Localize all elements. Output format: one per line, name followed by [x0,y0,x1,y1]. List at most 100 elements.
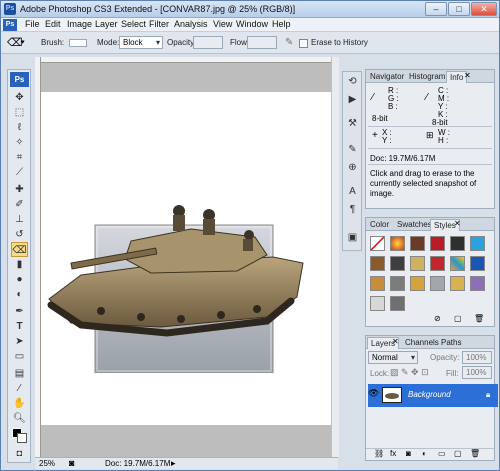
history-brush-icon[interactable]: ↺ [11,227,28,242]
style-swatch[interactable] [390,276,405,291]
menu-view[interactable]: View [213,19,232,29]
brush-picker[interactable] [69,39,87,47]
zoom-tool-icon[interactable]: 🔍︎ [11,411,28,426]
info-tab-close-icon[interactable]: ✕ [464,71,471,80]
healing-brush-icon[interactable]: ✚ [11,182,28,197]
menu-filter[interactable]: Filter [149,19,169,29]
style-swatch[interactable] [390,256,405,271]
flow-field[interactable] [247,36,277,49]
style-swatch[interactable] [430,276,445,291]
menu-window[interactable]: Window [236,19,268,29]
marquee-tool-icon[interactable]: ⬚ [11,105,28,120]
style-swatch[interactable] [470,276,485,291]
erase-history-checkbox[interactable] [299,39,308,48]
blend-mode-select[interactable]: Normal [368,351,418,364]
actions-panel-icon[interactable]: ▶ [345,92,360,107]
tab-swatches[interactable]: Swatches [394,219,435,231]
fx-icon[interactable]: fx [390,449,396,458]
hand-tool-icon[interactable]: ✋ [11,396,28,411]
magic-wand-icon[interactable]: ✧ [11,135,28,150]
status-menu-icon[interactable]: ◙ [69,458,74,468]
eyedropper-icon[interactable]: ⁄ [11,381,28,396]
style-swatch[interactable] [410,256,425,271]
tab-paths[interactable]: Paths [438,337,464,349]
style-swatch[interactable] [370,256,385,271]
crop-tool-icon[interactable]: ⌗ [11,150,28,165]
gradient-tool-icon[interactable]: ▮ [11,257,28,272]
group-icon[interactable]: ▭ [438,449,446,458]
move-tool-icon[interactable]: ✥ [11,90,28,105]
layer-comps-icon[interactable]: ▣ [345,230,360,245]
lock-icons[interactable]: ▨ ✎ ✥ ⊡ [390,367,429,378]
menu-edit[interactable]: Edit [45,19,61,29]
document-vertical-scrollbar[interactable] [331,57,339,457]
paragraph-panel-icon[interactable]: ¶ [345,202,360,217]
menu-analysis[interactable]: Analysis [174,19,208,29]
notes-tool-icon[interactable]: ▤ [11,366,28,381]
menu-image[interactable]: Image [67,19,92,29]
status-arrow-icon[interactable]: ▸ [171,458,176,469]
new-layer-icon[interactable]: ▢ [454,449,462,458]
background-color-swatch[interactable] [17,433,27,443]
style-swatch[interactable] [450,256,465,271]
mode-select[interactable]: Block [119,36,163,49]
style-swatch[interactable] [410,276,425,291]
ps-menu-logo[interactable]: Ps [3,19,17,31]
menu-help[interactable]: Help [272,19,291,29]
eye-icon[interactable]: 👁︎ [368,388,379,402]
zoom-level[interactable]: 25% [39,459,55,468]
style-swatch[interactable] [450,276,465,291]
quick-mask-icon[interactable]: ◘ [11,446,28,461]
style-none[interactable] [370,236,385,251]
eraser-tool-icon[interactable]: ⌫ [11,242,28,257]
brushes-panel-icon[interactable]: ✎ [345,142,360,157]
minimize-button[interactable]: – [425,2,447,16]
shape-tool-icon[interactable]: ▭ [11,349,28,364]
style-swatch[interactable] [390,236,405,251]
lasso-tool-icon[interactable]: ℓ [11,120,28,135]
adjustment-layer-icon[interactable]: ◐ [422,449,427,458]
style-swatch[interactable] [470,256,485,271]
style-swatch[interactable] [390,296,405,311]
layers-tab-close-icon[interactable]: ✕ [392,337,399,346]
layer-opacity-field[interactable]: 100% [462,351,492,364]
clone-stamp-icon[interactable]: ⊥ [11,212,28,227]
blur-tool-icon[interactable]: ● [11,272,28,287]
clear-style-icon[interactable]: ⊘ [434,314,441,323]
slice-tool-icon[interactable]: ⟋ [11,165,28,180]
style-swatch[interactable] [430,236,445,251]
menu-file[interactable]: File [25,19,40,29]
tab-histogram[interactable]: Histogram [406,71,448,83]
tool-preset-chevron-icon[interactable]: ▾ [21,38,25,46]
history-panel-icon[interactable]: ⟲ [345,74,360,89]
link-layers-icon[interactable]: ⛓︎ [374,449,384,458]
style-swatch[interactable] [370,276,385,291]
styles-tab-close-icon[interactable]: ✕ [454,219,461,228]
delete-layer-icon[interactable]: 🗑︎ [470,449,480,458]
tab-navigator[interactable]: Navigator [367,71,407,83]
dodge-tool-icon[interactable]: ◐ [11,287,28,302]
opacity-field[interactable] [193,36,223,49]
close-button[interactable]: ✕ [471,2,497,16]
menu-layer[interactable]: Layer [95,19,118,29]
maximize-button[interactable]: □ [448,2,470,16]
style-swatch[interactable] [370,296,385,311]
new-style-icon[interactable]: ▢ [454,314,462,323]
style-swatch[interactable] [430,256,445,271]
character-panel-icon[interactable]: A [345,184,360,199]
style-swatch[interactable] [470,236,485,251]
clone-source-icon[interactable]: ⊕ [345,160,360,175]
layer-fill-field[interactable]: 100% [462,366,492,379]
tool-presets-icon[interactable]: ⚒ [345,116,360,131]
tab-color[interactable]: Color [367,219,392,231]
pen-tool-icon[interactable]: ✒ [11,304,28,319]
type-tool-icon[interactable]: T [11,319,28,334]
delete-style-icon[interactable]: 🗑︎ [474,314,484,323]
style-swatch[interactable] [410,236,425,251]
airbrush-icon[interactable]: ✎ [285,37,293,48]
style-swatch[interactable] [450,236,465,251]
brush-tool-icon[interactable]: ✐ [11,197,28,212]
menu-select[interactable]: Select [121,19,146,29]
tab-channels[interactable]: Channels [402,337,442,349]
mask-icon[interactable]: ◙ [406,449,411,458]
